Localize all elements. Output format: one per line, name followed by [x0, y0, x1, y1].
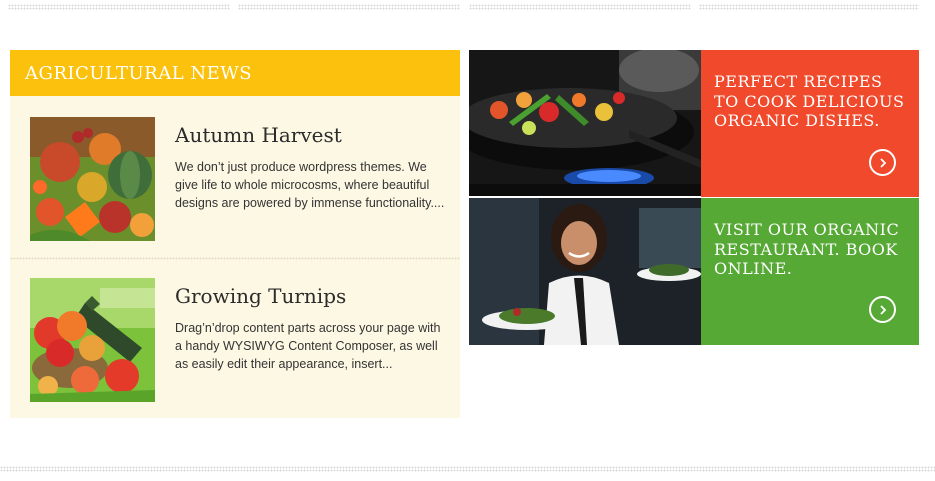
bottom-divider [0, 466, 935, 472]
top-divider-2 [238, 4, 460, 10]
news-header: AGRICULTURAL NEWS [10, 50, 460, 96]
restaurant-more-button[interactable] [869, 296, 896, 323]
top-divider-3 [469, 4, 691, 10]
news-post-growing-turnips: Growing Turnips Drag’n’drop content part… [10, 260, 460, 418]
restaurant-promo-box[interactable]: VISIT OUR ORGANIC RESTAURANT. BOOK ONLIN… [701, 198, 919, 345]
recipes-promo-text: PERFECT RECIPES TO COOK DELICIOUS ORGANI… [714, 72, 905, 130]
post-image-autumn-harvest[interactable] [30, 117, 155, 241]
promo-image-wok[interactable] [469, 50, 701, 196]
agricultural-news-panel: AGRICULTURAL NEWS Autumn Harvest We don’… [10, 50, 460, 418]
recipes-more-button[interactable] [869, 149, 896, 176]
autumn-harvest-image [30, 117, 155, 241]
post-excerpt: Drag’n’drop content parts across your pa… [175, 321, 441, 371]
wok-cooking-image [469, 50, 701, 196]
top-divider-1 [8, 4, 230, 10]
restaurant-promo-text: VISIT OUR ORGANIC RESTAURANT. BOOK ONLIN… [714, 220, 900, 278]
post-title[interactable]: Growing Turnips [175, 284, 346, 308]
post-excerpt: We don’t just produce wordpress themes. … [175, 160, 445, 210]
news-post-autumn-harvest: Autumn Harvest We don’t just produce wor… [10, 96, 460, 257]
recipes-promo-box[interactable]: PERFECT RECIPES TO COOK DELICIOUS ORGANI… [701, 50, 919, 197]
chevron-right-icon [879, 157, 886, 168]
chevron-right-icon [879, 304, 886, 315]
top-divider-4 [699, 4, 919, 10]
waitress-serving-image [469, 198, 701, 345]
apples-basket-image [30, 278, 155, 402]
post-title[interactable]: Autumn Harvest [175, 123, 342, 147]
post-image-growing-turnips[interactable] [30, 278, 155, 402]
promo-image-waitress[interactable] [469, 198, 701, 345]
